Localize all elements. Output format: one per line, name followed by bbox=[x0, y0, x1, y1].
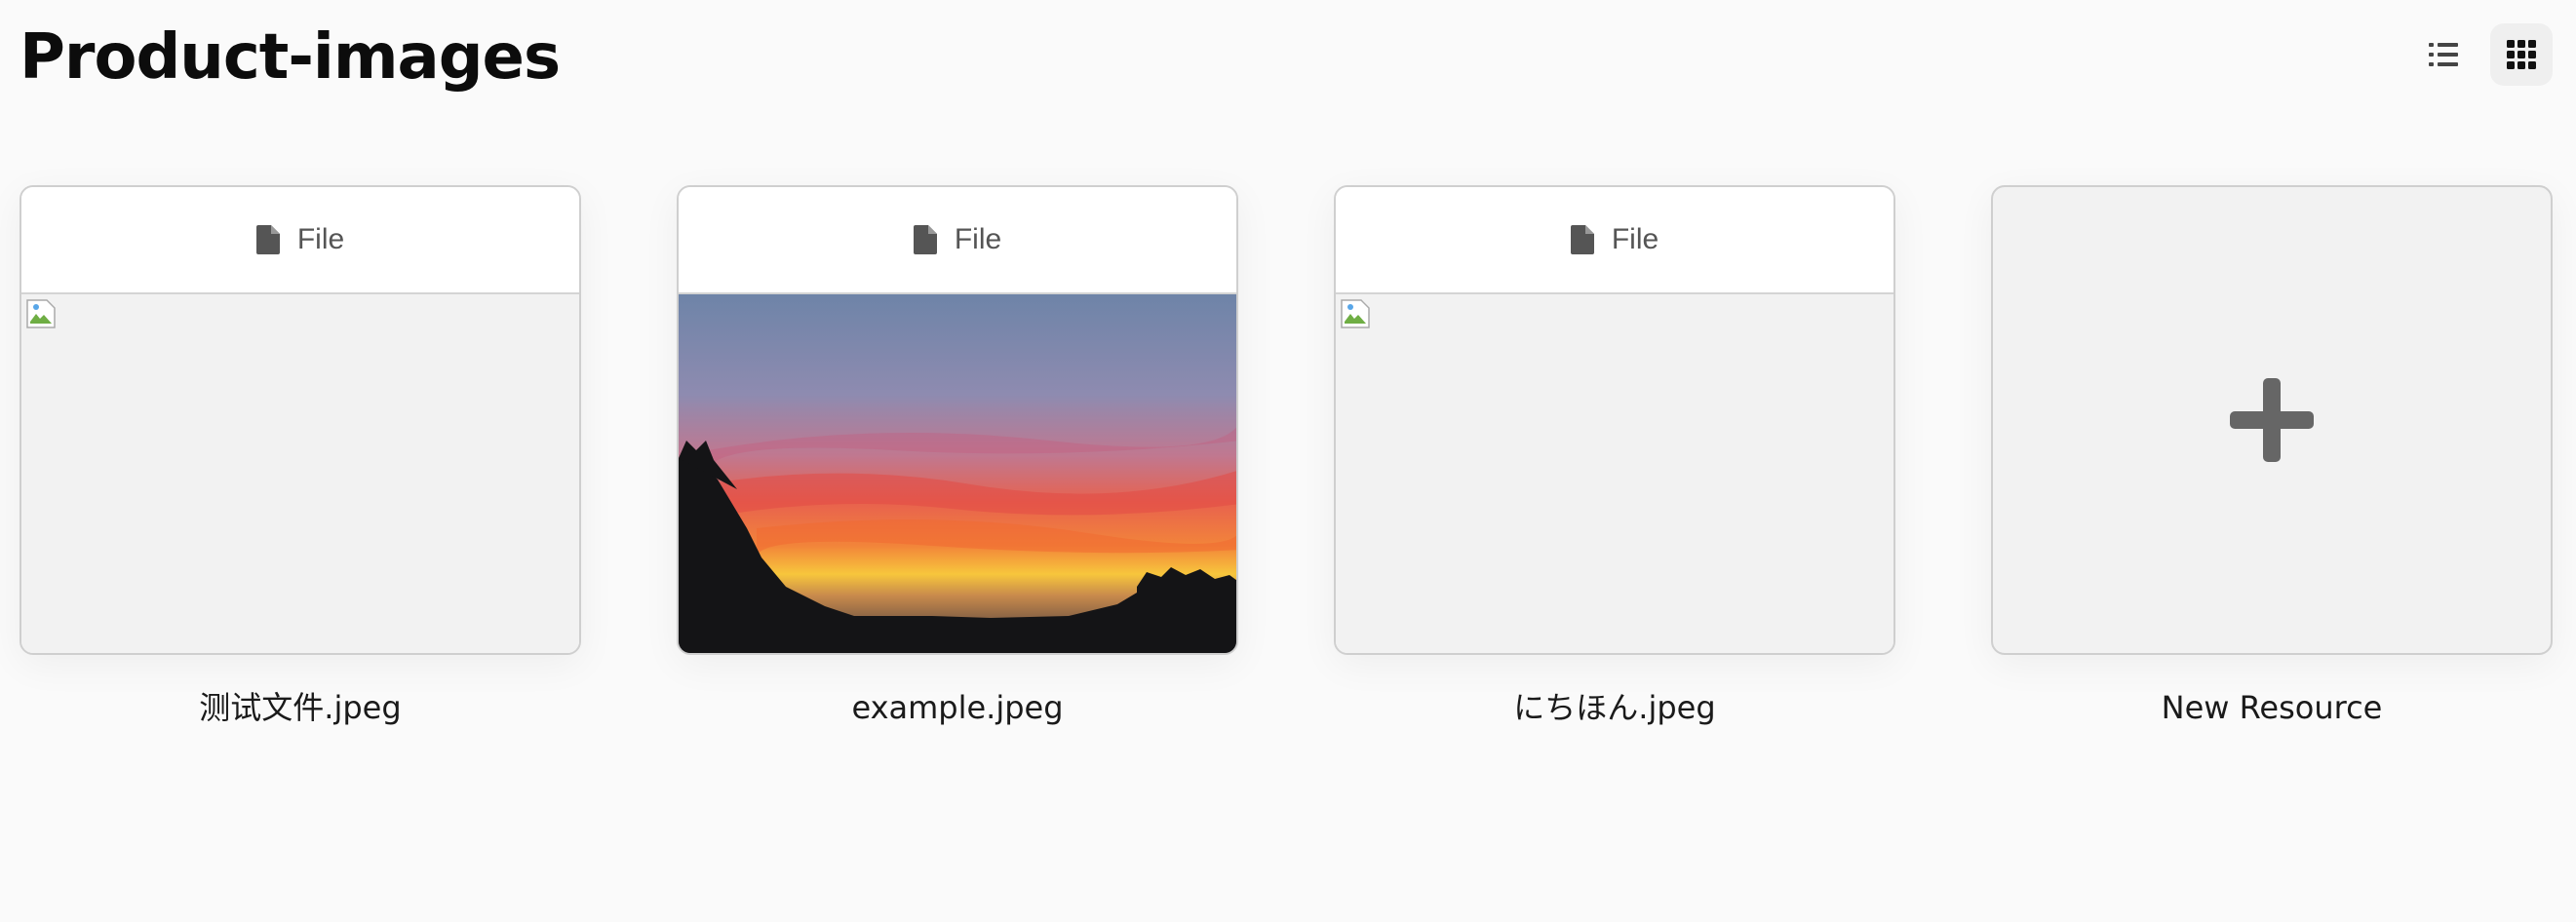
new-resource-label[interactable]: New Resource bbox=[1991, 688, 2553, 727]
view-toggle bbox=[2412, 23, 2553, 86]
file-name[interactable]: 测试文件.jpeg bbox=[20, 688, 581, 727]
image-preview bbox=[1336, 294, 1893, 653]
resource-tile: File にちほん.jpeg bbox=[1334, 185, 1895, 727]
file-type-label: File bbox=[1611, 223, 1659, 255]
new-resource-button[interactable] bbox=[1991, 185, 2553, 655]
grid-view-button[interactable] bbox=[2490, 23, 2553, 86]
sunset-photo bbox=[679, 294, 1236, 653]
file-icon bbox=[255, 225, 280, 254]
file-type-label: File bbox=[954, 223, 1002, 255]
plus-icon bbox=[2230, 378, 2314, 462]
resource-tile: File 测试文件.jpeg bbox=[20, 185, 581, 727]
grid-icon bbox=[2507, 40, 2536, 69]
card-header: File bbox=[21, 187, 579, 294]
file-card[interactable]: File bbox=[1334, 185, 1895, 655]
file-name[interactable]: にちほん.jpeg bbox=[1334, 688, 1895, 727]
file-card[interactable]: File bbox=[20, 185, 581, 655]
file-icon bbox=[1570, 225, 1594, 254]
file-type-label: File bbox=[296, 223, 345, 255]
file-card[interactable]: File bbox=[677, 185, 1238, 655]
broken-image-icon bbox=[26, 299, 56, 328]
broken-image-icon bbox=[1341, 299, 1370, 328]
new-resource-tile: New Resource bbox=[1991, 185, 2553, 727]
image-preview bbox=[679, 294, 1236, 653]
list-view-button[interactable] bbox=[2412, 23, 2475, 86]
page-title: Product-images bbox=[20, 21, 561, 94]
card-header: File bbox=[1336, 187, 1893, 294]
image-preview bbox=[21, 294, 579, 653]
card-header: File bbox=[679, 187, 1236, 294]
file-name[interactable]: example.jpeg bbox=[677, 688, 1238, 727]
resource-grid: File 测试文件.jpeg File example.jpeg File にち… bbox=[20, 185, 2553, 727]
product-images-page: Product-images File 测试文件.jpeg File examp… bbox=[0, 0, 2576, 922]
file-icon bbox=[913, 225, 937, 254]
resource-tile: File example.jpeg bbox=[677, 185, 1238, 727]
list-icon bbox=[2429, 43, 2458, 66]
